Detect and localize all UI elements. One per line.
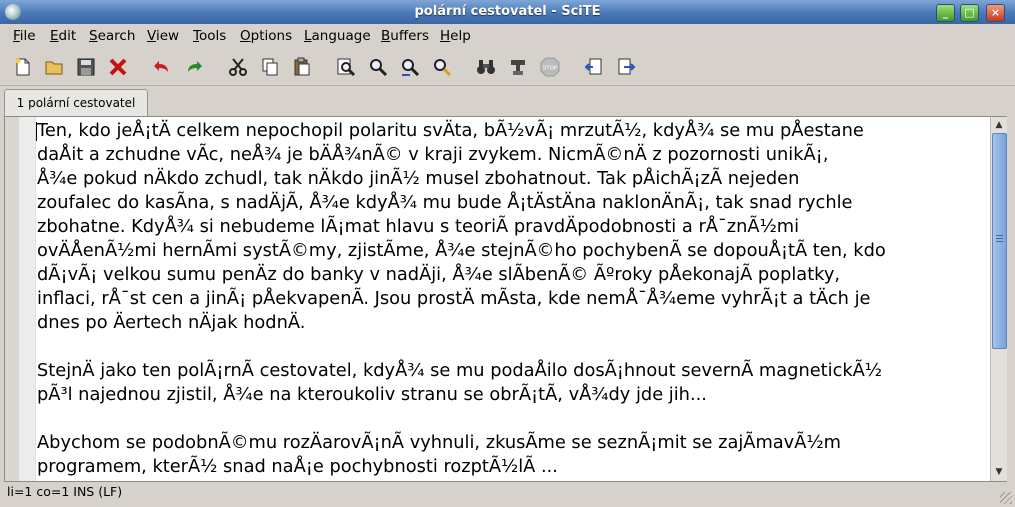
close-x-icon[interactable] xyxy=(107,56,129,78)
title-bar: polární cestovatel - SciTE _ □ × xyxy=(0,0,1015,24)
text-line: dÃ¡vÃ¡ velkou sumu penÄz do banky v nadÄ… xyxy=(37,264,841,285)
scroll-down-arrow-icon[interactable]: ▼ xyxy=(992,465,1006,479)
find-in-files-icon[interactable] xyxy=(431,56,453,78)
compile-icon[interactable] xyxy=(507,56,529,78)
menu-view[interactable]: View xyxy=(147,28,179,44)
editor-pane[interactable]: Ten, kdo jeÅ¡tÄ celkem nepochopil polari… xyxy=(4,116,1007,482)
undo-icon[interactable] xyxy=(151,56,173,78)
text-line: pÃ³l najednou zjistil, Å¾e na kteroukoli… xyxy=(37,384,707,405)
new-file-icon[interactable] xyxy=(12,56,34,78)
scrollbar-thumb[interactable] xyxy=(992,133,1007,349)
svg-text:STOP: STOP xyxy=(543,66,558,72)
menu-options[interactable]: Options xyxy=(240,28,292,44)
status-bar: li=1 co=1 INS (LF) xyxy=(0,482,1015,507)
save-disk-icon[interactable] xyxy=(75,56,97,78)
text-line: Å¾e pokud nÄkdo zchudl, tak nÄkdo jinÃ½ … xyxy=(37,168,800,189)
open-folder-icon[interactable] xyxy=(43,56,65,78)
redo-icon[interactable] xyxy=(183,56,205,78)
paste-icon[interactable] xyxy=(291,56,313,78)
text-line: inflaci, rÅ¯st cen a jinÃ¡ pÅekvapenÃ­. … xyxy=(37,288,871,309)
status-text: li=1 co=1 INS (LF) xyxy=(7,484,123,499)
menu-edit[interactable]: Edit xyxy=(50,28,76,44)
text-line xyxy=(37,335,987,359)
replace-icon[interactable] xyxy=(399,56,421,78)
fold-margin[interactable] xyxy=(19,117,36,481)
prev-bookmark-icon[interactable] xyxy=(583,56,605,78)
window-title: polární cestovatel - SciTE xyxy=(414,4,601,19)
editor-text[interactable]: Ten, kdo jeÅ¡tÄ celkem nepochopil polari… xyxy=(37,119,987,479)
binoculars-icon[interactable] xyxy=(475,56,497,78)
copy-icon[interactable] xyxy=(259,56,281,78)
line-number-margin[interactable] xyxy=(5,117,19,481)
menu-language[interactable]: Language xyxy=(304,28,371,44)
menu-file[interactable]: File xyxy=(13,28,36,44)
text-line: StejnÄ jako ten polÃ¡rnÃ­ cestovatel, kd… xyxy=(37,360,883,381)
maximize-button[interactable]: □ xyxy=(960,4,979,22)
tab-polarni-cestovatel[interactable]: 1 polární cestovatel xyxy=(4,89,148,117)
scroll-up-arrow-icon[interactable]: ▲ xyxy=(992,118,1006,132)
toolbar: STOP xyxy=(0,47,1015,86)
find-icon[interactable] xyxy=(335,56,357,78)
text-line: zbohatne. KdyÅ¾ si nebudeme lÃ¡mat hlavu… xyxy=(37,216,800,237)
text-line: zoufalec do kasÃ­na, s nadÄjÃ­, Å¾e kdyÅ… xyxy=(37,192,853,213)
resize-grip-icon[interactable] xyxy=(1000,492,1012,504)
menu-buffers[interactable]: Buffers xyxy=(381,28,429,44)
text-line xyxy=(37,407,987,431)
text-line: dnes po Äertech nÄjak hodnÄ. xyxy=(37,312,306,333)
menu-bar: File Edit Search View Tools Options Lang… xyxy=(0,24,1015,47)
text-line: programem, kterÃ½ snad naÅ¡e pochybnosti… xyxy=(37,456,558,477)
text-line: Abychom se podobnÃ©mu rozÄarovÃ¡nÃ­ vyhn… xyxy=(37,432,841,453)
cut-scissors-icon[interactable] xyxy=(227,56,249,78)
menu-help[interactable]: Help xyxy=(440,28,471,44)
close-window-button[interactable]: × xyxy=(986,4,1005,22)
text-line: ovÄÅenÃ½mi hernÃ­mi systÃ©my, zjistÃ­me,… xyxy=(37,240,886,261)
text-line: Ten, kdo jeÅ¡tÄ celkem nepochopil polari… xyxy=(37,120,864,141)
minimize-button[interactable]: _ xyxy=(936,4,955,22)
next-bookmark-icon[interactable] xyxy=(615,56,637,78)
text-cursor xyxy=(36,122,37,141)
tab-strip: 1 polární cestovatel xyxy=(0,86,1015,117)
vertical-scrollbar[interactable]: ▲ ▼ xyxy=(990,117,1007,481)
menu-tools[interactable]: Tools xyxy=(193,28,226,44)
menu-search[interactable]: Search xyxy=(89,28,135,44)
stop-icon[interactable]: STOP xyxy=(539,56,561,78)
text-line: daÅit a zchudne vÃ­c, neÅ¾ je bÄÅ¾nÃ© v … xyxy=(37,144,829,165)
find-next-icon[interactable] xyxy=(367,56,389,78)
